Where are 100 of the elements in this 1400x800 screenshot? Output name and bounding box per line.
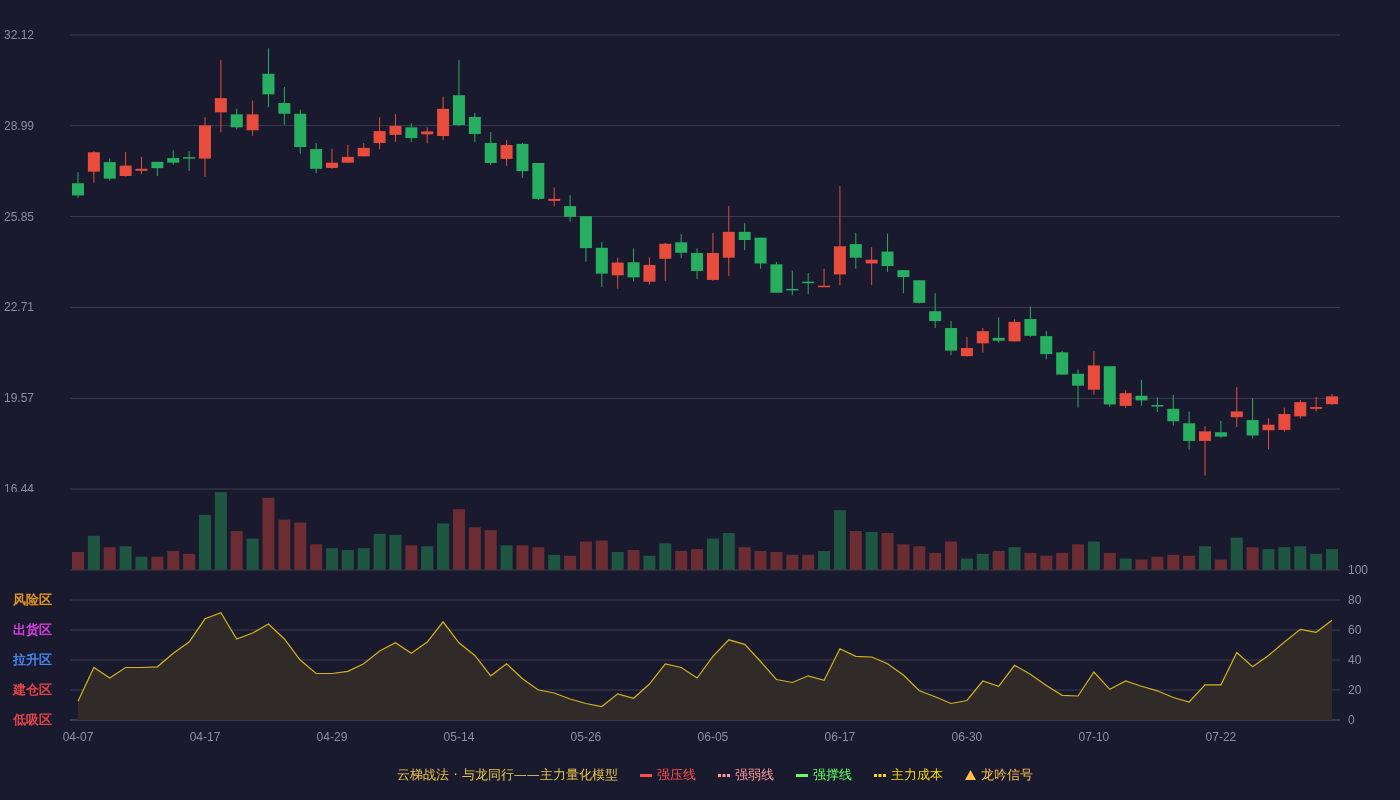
candlestick xyxy=(738,222,751,251)
candlestick xyxy=(72,171,84,199)
candlestick xyxy=(611,257,624,290)
candlestick xyxy=(1183,411,1196,451)
indicator-axis-label: 40 xyxy=(1348,653,1362,667)
candlestick xyxy=(1135,379,1148,407)
candlestick xyxy=(1310,396,1323,412)
candlestick xyxy=(913,279,926,304)
date-label: 06-05 xyxy=(697,730,729,744)
candlestick xyxy=(643,256,656,286)
price-axis-label: 32.12 xyxy=(4,28,35,42)
zone-label: 风险区 xyxy=(13,592,52,608)
date-label: 07-22 xyxy=(1205,730,1237,744)
date-label: 05-26 xyxy=(570,730,602,744)
candlestick xyxy=(119,151,132,178)
candlestick xyxy=(516,142,529,179)
candlestick xyxy=(929,292,942,329)
candlestick xyxy=(818,268,831,288)
candlestick xyxy=(357,142,370,157)
candlestick xyxy=(1151,396,1164,413)
candlestick xyxy=(960,336,973,358)
candlestick xyxy=(326,148,338,170)
legend-label: 强弱线 xyxy=(734,766,774,784)
candlestick xyxy=(87,150,100,184)
candlestick xyxy=(1119,389,1132,409)
zone-label: 低吸区 xyxy=(13,712,52,728)
candlestick xyxy=(1326,393,1338,406)
candlestick xyxy=(579,215,592,263)
candlestick xyxy=(754,237,767,270)
candlestick xyxy=(1230,386,1243,428)
candlestick xyxy=(199,116,211,178)
candlestick xyxy=(770,261,783,294)
candlestick xyxy=(548,187,561,207)
candlestick xyxy=(691,247,704,280)
candlestick xyxy=(405,122,418,143)
candlestick xyxy=(595,241,608,288)
date-label: 07-10 xyxy=(1078,730,1110,744)
indicator-axis-label: 100 xyxy=(1348,563,1369,577)
candlestick xyxy=(278,86,291,126)
indicator-axis-label: 60 xyxy=(1348,623,1362,637)
candlestick xyxy=(976,327,989,354)
candlestick xyxy=(1008,318,1021,342)
legend-label: 龙吟信号 xyxy=(980,766,1033,784)
price-axis-label: 19.57 xyxy=(4,391,35,406)
candlestick xyxy=(1294,399,1307,419)
candlestick xyxy=(786,270,799,296)
candlestick xyxy=(246,99,259,137)
candlestick xyxy=(452,59,465,127)
candlestick xyxy=(1246,397,1259,439)
candlestick xyxy=(389,113,402,143)
candlestick xyxy=(1024,306,1037,338)
candlestick xyxy=(500,139,513,167)
candlestick xyxy=(897,269,910,294)
candlestick xyxy=(1087,350,1100,396)
legend-label: 强压线 xyxy=(656,766,696,784)
indicator-axis-label: 20 xyxy=(1348,683,1362,697)
legend-title: 云梯战法 · 与龙同行——主力量化模型 xyxy=(397,766,618,784)
zone-label: 建仓区 xyxy=(13,682,52,698)
candlestick xyxy=(373,116,386,150)
candlestick xyxy=(341,144,354,164)
candlestick xyxy=(151,161,164,177)
candlestick xyxy=(722,205,735,277)
candlestick xyxy=(1199,425,1211,477)
candlestick xyxy=(1262,417,1275,450)
candlestick xyxy=(532,162,545,201)
candlestick xyxy=(1278,407,1291,433)
candlestick xyxy=(167,149,180,166)
candlestick xyxy=(881,233,894,273)
candlestick xyxy=(1056,350,1069,376)
candlestick xyxy=(706,232,719,282)
price-axis-label: 25.85 xyxy=(4,209,35,224)
date-label: 05-14 xyxy=(443,730,475,744)
candlestick xyxy=(103,157,116,182)
price-axis-label: 22.71 xyxy=(4,300,35,315)
candlestick xyxy=(310,142,323,174)
candlestick xyxy=(183,150,196,172)
zone-label: 出货区 xyxy=(13,622,52,638)
date-label: 04-29 xyxy=(316,730,348,744)
candlestick xyxy=(564,194,577,223)
candlestick xyxy=(437,96,450,141)
candlestick xyxy=(1167,394,1180,427)
candlestick xyxy=(865,246,878,286)
candlestick xyxy=(468,112,481,143)
date-label: 04-17 xyxy=(189,730,221,744)
candlestick xyxy=(1040,330,1053,360)
candlestick xyxy=(1103,365,1116,408)
zone-label: 拉升区 xyxy=(13,652,52,668)
candlestick xyxy=(262,47,275,108)
indicator-axis-label: 0 xyxy=(1348,713,1355,727)
candlestick xyxy=(849,232,862,270)
candlestick xyxy=(294,109,307,155)
candlestick xyxy=(802,272,815,295)
candlestick xyxy=(484,131,497,166)
candlestick xyxy=(675,233,688,259)
candlestick xyxy=(1072,369,1085,409)
candlestick xyxy=(135,156,148,175)
candlestick xyxy=(627,247,640,282)
candlestick xyxy=(992,316,1005,344)
candlestick xyxy=(230,108,243,130)
price-axis-label: 28.99 xyxy=(4,118,35,133)
